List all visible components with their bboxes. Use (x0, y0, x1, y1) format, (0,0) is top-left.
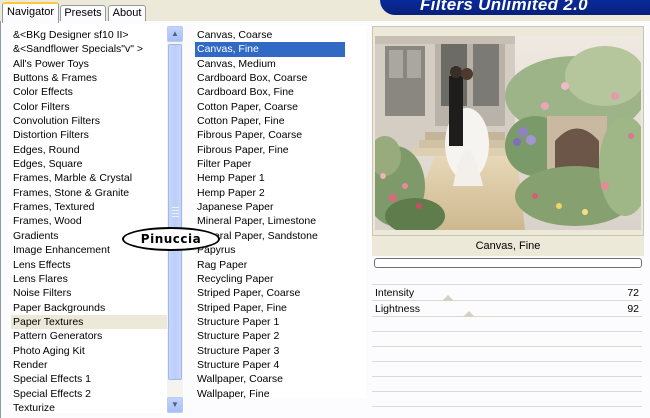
intensity-label: Intensity (375, 287, 415, 299)
filter-item[interactable]: Recycling Paper (195, 272, 345, 286)
category-item[interactable]: Noise Filters (11, 286, 171, 300)
filter-item[interactable]: Filter Paper (195, 157, 345, 171)
filter-item[interactable]: Cotton Paper, Coarse (195, 100, 345, 114)
tab-presets[interactable]: Presets (60, 5, 106, 22)
scroll-thumb[interactable] (168, 44, 182, 380)
category-item[interactable]: Frames, Wood (11, 214, 171, 228)
category-item[interactable]: All's Power Toys (11, 57, 171, 71)
category-item[interactable]: Lens Effects (11, 258, 171, 272)
scroll-up-button[interactable]: ▲ (167, 26, 183, 42)
filter-item[interactable]: Fibrous Paper, Coarse (195, 128, 345, 142)
watermark-badge: Pinuccia (122, 227, 220, 251)
preview-image (375, 36, 641, 230)
empty-slider-row (372, 393, 642, 407)
preview-caption: Canvas, Fine (372, 236, 644, 256)
filter-item[interactable]: Hemp Paper 2 (195, 186, 345, 200)
filter-item[interactable]: Canvas, Coarse (195, 28, 345, 42)
category-item[interactable]: Texturize (11, 401, 171, 415)
category-item[interactable]: Convolution Filters (11, 114, 171, 128)
intensity-slider[interactable]: Intensity 72 (372, 286, 642, 301)
category-item[interactable]: Lens Flares (11, 272, 171, 286)
category-items: &<BKg Designer sf10 II> &<Sandflower Spec… (11, 28, 171, 415)
filter-item[interactable]: Striped Paper, Fine (195, 301, 345, 315)
wedding-garden-image (375, 36, 641, 230)
intensity-slider-thumb[interactable] (441, 295, 454, 301)
category-item[interactable]: &<Sandflower Specials"v" > (11, 42, 171, 56)
category-item[interactable]: Buttons & Frames (11, 71, 171, 85)
empty-slider-row (372, 363, 642, 377)
filter-item[interactable]: Canvas, Medium (195, 57, 345, 71)
category-item[interactable]: &<BKg Designer sf10 II> (11, 28, 171, 42)
category-list[interactable]: &<BKg Designer sf10 II> &<Sandflower Spec… (8, 24, 184, 415)
filter-item[interactable]: Canvas, Fine (195, 42, 345, 57)
tab-about[interactable]: About (108, 5, 146, 22)
category-item[interactable]: Color Filters (11, 100, 171, 114)
empty-slider-row (372, 348, 642, 362)
tab-navigator[interactable]: Navigator (2, 2, 59, 23)
filter-item[interactable]: Structure Paper 2 (195, 329, 345, 343)
category-item[interactable]: Paper Backgrounds (11, 301, 171, 315)
lightness-slider-thumb[interactable] (463, 311, 476, 317)
category-item[interactable]: Frames, Textured (11, 200, 171, 214)
chevron-up-icon: ▲ (171, 29, 179, 38)
progress-bar (374, 258, 642, 268)
filter-item[interactable]: Structure Paper 3 (195, 344, 345, 358)
empty-slider-row (372, 318, 642, 332)
filter-item[interactable]: Wallpaper, Coarse (195, 372, 345, 386)
filter-item[interactable]: Structure Paper 1 (195, 315, 345, 329)
watermark-text: Pinuccia (140, 232, 202, 246)
category-item[interactable]: Paper Textures (11, 314, 171, 330)
lightness-value: 92 (627, 303, 639, 315)
category-item[interactable]: Edges, Square (11, 157, 171, 171)
tab-bar: Navigator Presets About (0, 0, 380, 23)
title-banner: Filters Unlimited 2.0 (380, 0, 650, 15)
chevron-down-icon: ▼ (171, 400, 179, 409)
filter-item[interactable]: Mineral Paper, Limestone (195, 214, 345, 228)
category-scrollbar[interactable]: ▲ ▼ (167, 26, 183, 413)
filter-list[interactable]: Canvas, Coarse Canvas, Fine Canvas, Medium… (192, 26, 366, 401)
scroll-down-button[interactable]: ▼ (167, 397, 183, 413)
category-item[interactable]: Edges, Round (11, 143, 171, 157)
category-item[interactable]: Frames, Marble & Crystal (11, 171, 171, 185)
filter-item[interactable]: Cardboard Box, Coarse (195, 71, 345, 85)
filter-item[interactable]: Wallpaper, Fine (195, 387, 345, 401)
category-item[interactable]: Frames, Stone & Granite (11, 186, 171, 200)
filter-item[interactable]: Cardboard Box, Fine (195, 85, 345, 99)
preview-frame (372, 26, 644, 236)
filter-item[interactable]: Cotton Paper, Fine (195, 114, 345, 128)
filter-item[interactable]: Hemp Paper 1 (195, 171, 345, 185)
filter-item[interactable]: Striped Paper, Coarse (195, 286, 345, 300)
empty-slider-row (372, 378, 642, 392)
category-item[interactable]: Render (11, 358, 171, 372)
category-item[interactable]: Pattern Generators (11, 329, 171, 343)
category-item[interactable]: Photo Aging Kit (11, 344, 171, 358)
lightness-slider[interactable]: Lightness 92 (372, 302, 642, 317)
filter-item[interactable]: Structure Paper 4 (195, 358, 345, 372)
intensity-value: 72 (627, 287, 639, 299)
filter-item[interactable]: Japanese Paper (195, 200, 345, 214)
parameter-sliders: Intensity 72 Lightness 92 (372, 284, 644, 414)
category-item[interactable]: Special Effects 2 (11, 387, 171, 401)
category-item[interactable]: Distortion Filters (11, 128, 171, 142)
category-item[interactable]: Color Effects (11, 85, 171, 99)
filter-item[interactable]: Papyrus (195, 243, 345, 257)
empty-slider-row (372, 333, 642, 347)
filter-items: Canvas, Coarse Canvas, Fine Canvas, Medium… (195, 28, 345, 401)
lightness-label: Lightness (375, 303, 420, 315)
filter-item[interactable]: Rag Paper (195, 258, 345, 272)
app-title: Filters Unlimited 2.0 (420, 0, 588, 14)
category-item[interactable]: Special Effects 1 (11, 372, 171, 386)
filter-item[interactable]: Fibrous Paper, Fine (195, 143, 345, 157)
